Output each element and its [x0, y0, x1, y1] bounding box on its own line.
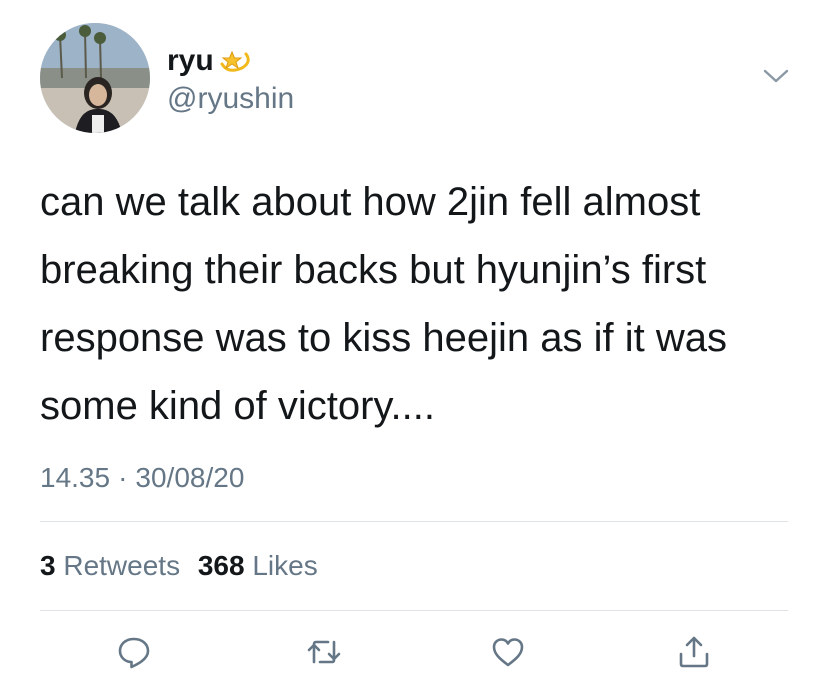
avatar[interactable] [40, 23, 150, 133]
likes-count: 368 [197, 550, 245, 581]
avatar-image [40, 23, 150, 133]
dizzy-star-icon [220, 50, 250, 72]
share-button[interactable] [674, 632, 714, 672]
action-bar [0, 632, 828, 672]
chevron-down-icon[interactable] [762, 66, 790, 86]
likes-stat[interactable]: 368 Likes [198, 550, 318, 581]
heart-icon [492, 638, 524, 667]
author-name[interactable]: ryu [167, 44, 214, 78]
retweet-button[interactable] [304, 632, 344, 672]
retweets-label: Retweets [63, 550, 181, 581]
retweets-count: 3 [40, 550, 56, 581]
retweets-stat[interactable]: 3 Retweets [40, 550, 180, 581]
divider-top [40, 521, 788, 522]
engagement-stats: 3 Retweets 368 Likes [40, 550, 318, 582]
author-handle[interactable]: @ryushin [167, 82, 294, 116]
tweet-timestamp[interactable]: 14.35 · 30/08/20 [40, 462, 244, 494]
reply-icon [118, 637, 150, 669]
reply-button[interactable] [114, 632, 154, 672]
tweet-time: 14.35 [40, 462, 111, 493]
retweet-icon [307, 640, 341, 664]
tweet-text: can we talk about how 2jin fell almost b… [40, 180, 727, 428]
share-icon [679, 636, 709, 668]
tweet-date: 30/08/20 [135, 462, 245, 493]
author-row: ryu [167, 44, 256, 78]
like-button[interactable] [488, 632, 528, 672]
separator-dot: · [118, 462, 128, 493]
divider-bottom [40, 610, 788, 611]
likes-label: Likes [252, 550, 318, 581]
